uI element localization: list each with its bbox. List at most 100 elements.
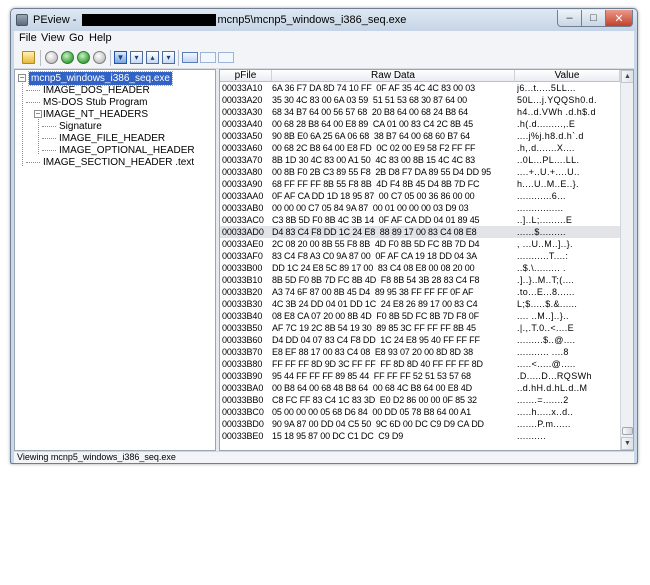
up-icon[interactable]: [77, 51, 90, 64]
column-view-icon[interactable]: [200, 52, 216, 63]
cell-value: .......=.......2: [517, 395, 569, 405]
forward-icon[interactable]: [61, 51, 74, 64]
table-row[interactable]: 00033B90 95 44 FF FF FF 89 85 44 FF FF FF…: [220, 370, 620, 382]
collapse-root-icon[interactable]: −: [18, 74, 26, 82]
table-row[interactable]: 00033A60 00 68 2C B8 64 00 E8 FD 0C 02 00…: [220, 142, 620, 154]
close-button[interactable]: ✕: [605, 10, 633, 27]
table-row[interactable]: 00033B20 A3 74 6F 87 00 8B 45 D4 89 95 38…: [220, 286, 620, 298]
window-title: PEview - mcnp5\mcnp5_windows_i386_seq.ex…: [33, 14, 406, 27]
cell-pfile: 00033A40: [222, 119, 263, 129]
byte-glyph-icon: ▾: [134, 53, 139, 62]
cell-raw-data: 68 34 B7 64 00 56 57 68 20 B8 64 00 68 2…: [272, 107, 468, 117]
cell-value: .to...E...8......: [517, 287, 575, 297]
dword-view-icon[interactable]: ▾: [162, 51, 175, 64]
cell-value: ....j%j.h8.d.h`.d: [517, 131, 584, 141]
menu-help[interactable]: Help: [89, 32, 112, 44]
table-row[interactable]: 00033B30 4C 3B 24 DD 04 01 DD 1C 24 E8 26…: [220, 298, 620, 310]
column-header-value[interactable]: Value: [515, 70, 620, 82]
cell-pfile: 00033B60: [222, 335, 263, 345]
cell-pfile: 00033AE0: [222, 239, 264, 249]
cell-value: .D.....D...RQSWh: [517, 371, 592, 381]
cell-raw-data: 95 44 FF FF FF 89 85 44 FF FF FF 52 51 5…: [272, 371, 471, 381]
cell-raw-data: 68 FF FF FF 8B 55 F8 8B 4D F4 8B 45 D4 8…: [272, 179, 480, 189]
address-icon[interactable]: [182, 52, 198, 63]
table-row[interactable]: 00033A50 90 8B E0 6A 25 6A 06 68 38 B7 64…: [220, 130, 620, 142]
cell-pfile: 00033A20: [222, 95, 263, 105]
hex-view-pane[interactable]: pFile Raw Data Value 00033A10 6A 36 F7 DA…: [219, 69, 634, 451]
cell-raw-data: AF 7C 19 2C 8B 54 19 30 89 85 3C FF FF F…: [272, 323, 476, 333]
table-row[interactable]: 00033BA0 00 B8 64 00 68 48 B8 64 00 68 4C…: [220, 382, 620, 394]
cell-value: L;$.....$.&......: [517, 299, 578, 309]
table-row[interactable]: 00033AF0 83 C4 F8 A3 C0 9A 87 00 0F AF CA…: [220, 250, 620, 262]
cell-pfile: 00033AA0: [222, 191, 264, 201]
cell-value: .h,.d.......X....: [517, 143, 575, 153]
cell-raw-data: 0F AF CA DD 1D 18 95 87 00 C7 05 00 36 8…: [272, 191, 475, 201]
vertical-scrollbar[interactable]: ▲ ▼: [620, 70, 633, 450]
cell-pfile: 00033AC0: [222, 215, 264, 225]
table-row[interactable]: 00033B00 DD 1C 24 E8 5C 89 17 00 83 C4 08…: [220, 262, 620, 274]
cell-pfile: 00033B30: [222, 299, 263, 309]
table-row[interactable]: 00033BB0 C8 FC FF 83 C4 1C 83 3D E0 D2 86…: [220, 394, 620, 406]
cell-pfile: 00033BD0: [222, 419, 264, 429]
table-row[interactable]: 00033BC0 05 00 00 00 05 68 D6 84 00 DD 05…: [220, 406, 620, 418]
byte-view-icon[interactable]: ▾: [130, 51, 143, 64]
cell-raw-data: 05 00 00 00 05 68 D6 84 00 DD 05 78 B8 6…: [272, 407, 471, 417]
table-row[interactable]: 00033B70 E8 EF 88 17 00 83 C4 08 E8 93 07…: [220, 346, 620, 358]
cell-value: ................: [517, 203, 564, 213]
cell-value: .....h.....x..d..: [517, 407, 574, 417]
cell-value: .........$..@....: [517, 335, 576, 345]
title-suffix: mcnp5\mcnp5_windows_i386_seq.exe: [217, 14, 407, 26]
table-row[interactable]: 00033A20 35 30 4C 83 00 6A 03 59 51 51 53…: [220, 94, 620, 106]
title-bar[interactable]: PEview - mcnp5\mcnp5_windows_i386_seq.ex…: [11, 9, 637, 31]
table-row[interactable]: 00033A10 6A 36 F7 DA 8D 74 10 FF 0F AF 35…: [220, 82, 620, 94]
minimize-button[interactable]: –: [557, 10, 582, 27]
table-row[interactable]: 00033AA0 0F AF CA DD 1D 18 95 87 00 C7 05…: [220, 190, 620, 202]
table-row[interactable]: 00033A80 00 8B F0 2B C3 89 55 F8 2B D8 F7…: [220, 166, 620, 178]
cell-pfile: 00033B40: [222, 311, 263, 321]
down-icon[interactable]: [93, 51, 106, 64]
cell-pfile: 00033A90: [222, 179, 263, 189]
save-icon[interactable]: ▼: [114, 51, 127, 64]
scroll-thumb[interactable]: [622, 427, 633, 435]
table-row[interactable]: 00033AD0 D4 83 C4 F8 DD 1C 24 E8 88 89 17…: [220, 226, 620, 238]
table-row[interactable]: 00033A90 68 FF FF FF 8B 55 F8 8B 4D F4 8B…: [220, 178, 620, 190]
table-row[interactable]: 00033AE0 2C 08 20 00 8B 55 F8 8B 4D F0 8B…: [220, 238, 620, 250]
cell-pfile: 00033A80: [222, 167, 263, 177]
column-header-pfile[interactable]: pFile: [220, 70, 272, 82]
word-glyph-icon: ▴: [150, 53, 155, 62]
cell-value: .h(.d.........,.E: [517, 119, 576, 129]
cell-pfile: 00033B70: [222, 347, 263, 357]
table-row[interactable]: 00033B40 08 E8 CA 07 20 00 8B 4D F0 8B 5D…: [220, 310, 620, 322]
cell-raw-data: 2C 08 20 00 8B 55 F8 8B 4D F0 8B 5D FC 8…: [272, 239, 480, 249]
cell-pfile: 00033A60: [222, 143, 263, 153]
toolbar-separator: [178, 50, 179, 66]
table-row[interactable]: 00033A30 68 34 B7 64 00 56 57 68 20 B8 64…: [220, 106, 620, 118]
table-row[interactable]: 00033BD0 90 9A 87 00 DD 04 C5 50 9C 6D 00…: [220, 418, 620, 430]
back-icon[interactable]: [45, 51, 58, 64]
menu-view[interactable]: View: [41, 32, 65, 44]
table-row[interactable]: 00033BE0 15 18 95 87 00 DC C1 DC C9 D9...…: [220, 430, 620, 442]
app-icon[interactable]: [16, 14, 28, 26]
cell-pfile: 00033A30: [222, 107, 263, 117]
cell-pfile: 00033AF0: [222, 251, 263, 261]
menu-file[interactable]: File: [19, 32, 37, 44]
scroll-down-icon[interactable]: ▼: [621, 437, 633, 450]
table-row[interactable]: 00033A70 8B 1D 30 4C 83 00 A1 50 4C 83 00…: [220, 154, 620, 166]
scroll-up-icon[interactable]: ▲: [621, 70, 633, 83]
cell-pfile: 00033B20: [222, 287, 263, 297]
column-header-raw-data[interactable]: Raw Data: [272, 70, 515, 82]
table-row[interactable]: 00033B60 D4 DD 04 07 83 C4 F8 DD 1C 24 E8…: [220, 334, 620, 346]
table-row[interactable]: 00033B80 FF FF FF 8D 9D 3C FF FF FF 8D 8D…: [220, 358, 620, 370]
open-folder-icon[interactable]: [22, 51, 35, 64]
table-row[interactable]: 00033AB0 00 00 00 C7 05 84 9A 87 00 01 00…: [220, 202, 620, 214]
table-row[interactable]: 00033B50 AF 7C 19 2C 8B 54 19 30 89 85 3C…: [220, 322, 620, 334]
table-row[interactable]: 00033B10 8B 5D F0 8B 7D FC 8B 4D F8 8B 54…: [220, 274, 620, 286]
table-row[interactable]: 00033AC0 C3 8B 5D F0 8B 4C 3B 14 0F AF CA…: [220, 214, 620, 226]
word-view-icon[interactable]: ▴: [146, 51, 159, 64]
maximize-button[interactable]: □: [581, 10, 606, 27]
menu-go[interactable]: Go: [69, 32, 84, 44]
row-view-icon[interactable]: [218, 52, 234, 63]
tree-item-section-header-text[interactable]: IMAGE_SECTION_HEADER .text: [41, 156, 196, 169]
table-row[interactable]: 00033A40 00 68 28 B8 64 00 E8 89 CA 01 00…: [220, 118, 620, 130]
tree-pane[interactable]: − mcnp5_windows_i386_seq.exe IMAGE_DOS_H…: [14, 69, 216, 451]
